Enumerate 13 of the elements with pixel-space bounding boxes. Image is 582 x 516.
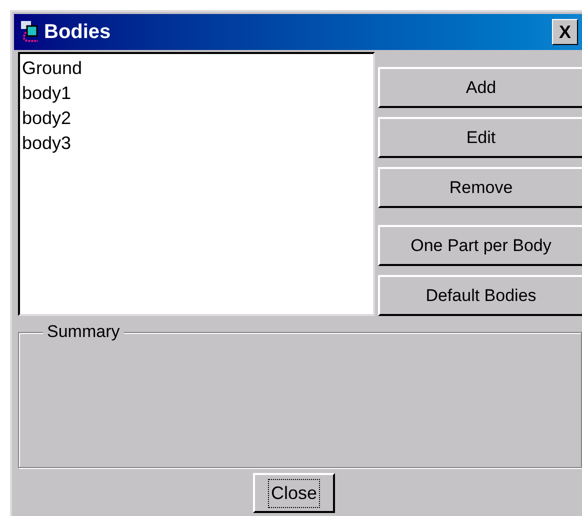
list-item[interactable]: body3 bbox=[22, 131, 72, 156]
action-button[interactable]: One Part per Body bbox=[378, 225, 582, 266]
action-button[interactable]: Edit bbox=[378, 117, 582, 158]
action-button[interactable]: Add bbox=[378, 67, 582, 108]
action-button[interactable]: Default Bodies bbox=[378, 275, 582, 316]
close-button[interactable]: X bbox=[552, 19, 578, 45]
action-button[interactable]: Remove bbox=[378, 167, 582, 208]
window-title: Bodies bbox=[44, 20, 111, 45]
close-button[interactable]: Close bbox=[253, 473, 335, 513]
list-item[interactable]: body1 bbox=[22, 81, 72, 106]
list-item[interactable]: Ground bbox=[22, 56, 82, 81]
bodies-list[interactable]: Ground body1 body2 body3 bbox=[18, 52, 375, 316]
list-item[interactable]: body2 bbox=[22, 106, 72, 131]
